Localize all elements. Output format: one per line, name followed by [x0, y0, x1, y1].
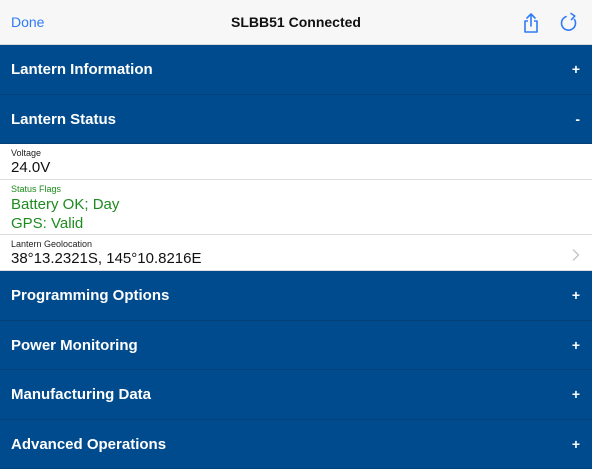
status-flags-label: Status Flags: [11, 184, 61, 194]
expand-icon: +: [572, 420, 580, 469]
section-label: Lantern Status: [11, 95, 116, 144]
expand-icon: +: [572, 45, 580, 94]
voltage-label: Voltage: [11, 148, 41, 158]
refresh-icon[interactable]: [558, 12, 580, 34]
geolocation-row[interactable]: Lantern Geolocation 38°13.2321S, 145°10.…: [0, 235, 592, 271]
section-power-monitoring[interactable]: Power Monitoring +: [0, 321, 592, 371]
section-label: Advanced Operations: [11, 420, 166, 469]
expand-icon: +: [572, 321, 580, 370]
navigation-bar: SLBB51 Connected Done: [0, 0, 592, 45]
section-label: Programming Options: [11, 271, 169, 320]
section-advanced-operations[interactable]: Advanced Operations +: [0, 420, 592, 469]
section-label: Power Monitoring: [11, 321, 138, 370]
section-label: Manufacturing Data: [11, 370, 151, 419]
section-lantern-status[interactable]: Lantern Status -: [0, 95, 592, 145]
expand-icon: +: [572, 271, 580, 320]
voltage-value: 24.0V: [11, 159, 50, 176]
status-flags-row: Status Flags Battery OK; Day GPS: Valid: [0, 180, 592, 235]
page-title: SLBB51 Connected: [0, 0, 592, 45]
share-icon[interactable]: [520, 12, 542, 34]
section-lantern-information[interactable]: Lantern Information +: [0, 45, 592, 95]
voltage-row: Voltage 24.0V: [0, 144, 592, 180]
section-programming-options[interactable]: Programming Options +: [0, 271, 592, 321]
section-label: Lantern Information: [11, 45, 153, 94]
geolocation-label: Lantern Geolocation: [11, 239, 92, 249]
status-flags-line-1: Battery OK; Day: [11, 196, 119, 213]
chevron-right-icon: [572, 249, 580, 261]
expand-icon: +: [572, 370, 580, 419]
done-button[interactable]: Done: [11, 0, 44, 45]
geolocation-value: 38°13.2321S, 145°10.8216E: [11, 250, 202, 267]
section-manufacturing-data[interactable]: Manufacturing Data +: [0, 370, 592, 420]
collapse-icon: -: [575, 95, 580, 144]
status-flags-line-2: GPS: Valid: [11, 215, 83, 232]
